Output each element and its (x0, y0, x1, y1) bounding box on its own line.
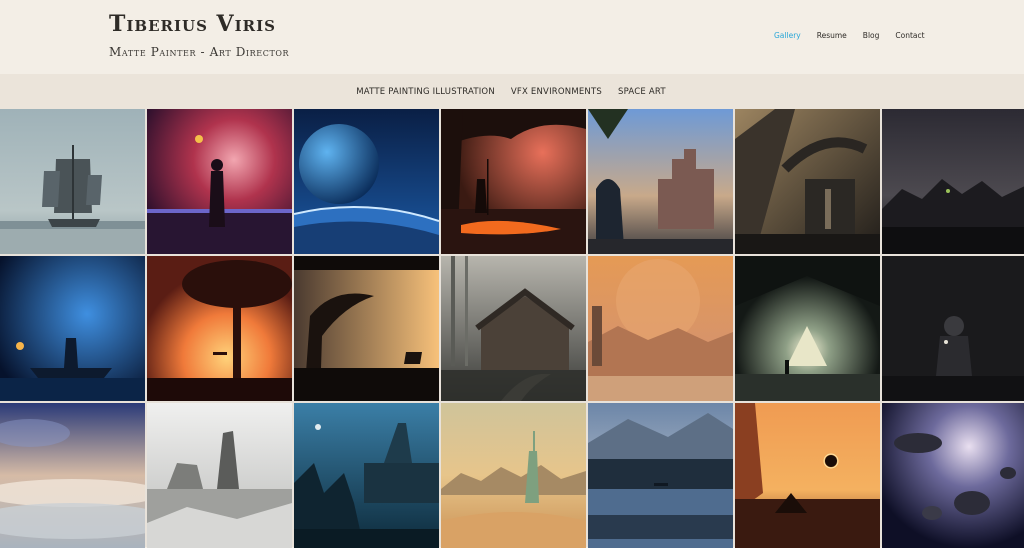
gallery-tile-eclipse[interactable] (735, 403, 880, 548)
gallery-tile-rock-spires[interactable] (147, 403, 292, 548)
gallery-tile-pirate-ship[interactable] (0, 109, 145, 254)
nav-item-blog[interactable]: Blog (863, 31, 880, 40)
site-header: Tiberius Viris Matte Painter - Art Direc… (0, 0, 1024, 74)
gallery-tile-castle-city[interactable] (588, 109, 733, 254)
gallery-tile-desert-statue[interactable] (588, 256, 733, 401)
gallery-tile-blue-planet[interactable] (294, 109, 439, 254)
category-nav: MATTE PAINTING ILLUSTRATION VFX ENVIRONM… (0, 87, 1022, 97)
gallery-tile-lake-reflection[interactable] (588, 403, 733, 548)
category-matte-painting[interactable]: MATTE PAINTING ILLUSTRATION (356, 87, 495, 97)
site-subtitle: Matte Painter - Art Director (109, 45, 290, 59)
gallery-tile-rider-tree[interactable] (294, 256, 439, 401)
nav-item-contact[interactable]: Contact (895, 31, 924, 40)
gallery-tile-cabin[interactable] (441, 256, 586, 401)
gallery-tile-lava-cave[interactable] (441, 109, 586, 254)
category-bar: MATTE PAINTING ILLUSTRATION VFX ENVIRONM… (0, 74, 1024, 109)
site-title[interactable]: Tiberius Viris (109, 11, 276, 37)
gallery-tile-machinery[interactable] (735, 109, 880, 254)
gallery-tile-night-boat[interactable] (0, 256, 145, 401)
gallery-tile-red-nebula[interactable] (147, 109, 292, 254)
gallery-tile-tree-swing[interactable] (147, 256, 292, 401)
gallery-tile-astronaut[interactable] (882, 256, 1024, 401)
gallery-tile-asteroid-nebula[interactable] (882, 403, 1024, 548)
gallery-tile-liberty-desert[interactable] (441, 403, 586, 548)
gallery-tile-castle-forest[interactable] (294, 403, 439, 548)
main-nav: Gallery Resume Blog Contact (774, 31, 925, 40)
nav-item-gallery[interactable]: Gallery (774, 31, 801, 40)
gallery-grid (0, 109, 1024, 548)
gallery-tile-portal-tunnel[interactable] (735, 256, 880, 401)
nav-item-resume[interactable]: Resume (817, 31, 847, 40)
gallery-tile-clouds[interactable] (0, 403, 145, 548)
gallery-tile-alien-city[interactable] (882, 109, 1024, 254)
category-space-art[interactable]: SPACE ART (618, 87, 666, 97)
category-vfx-environments[interactable]: VFX ENVIRONMENTS (511, 87, 602, 97)
